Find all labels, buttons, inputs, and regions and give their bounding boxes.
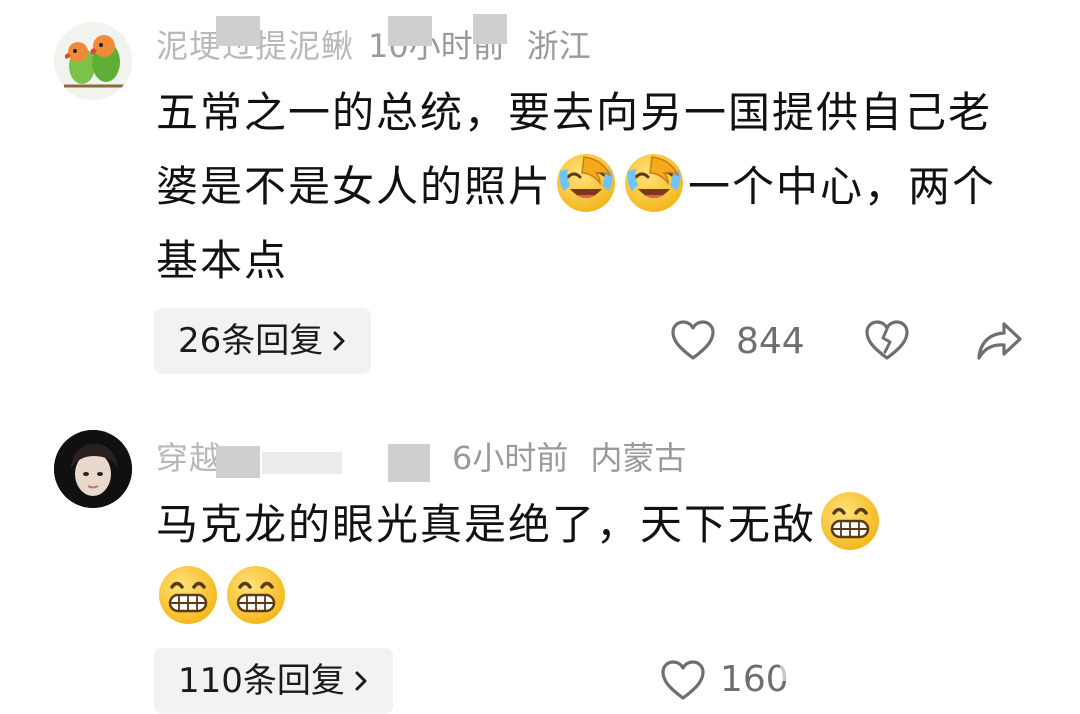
reply-count-label: 110条回复 bbox=[178, 661, 345, 701]
view-replies-button[interactable]: 110条回复 bbox=[154, 648, 393, 714]
parrots-avatar[interactable] bbox=[54, 22, 132, 100]
like-heart-icon[interactable] bbox=[660, 660, 706, 702]
chevron-right-icon bbox=[355, 671, 367, 691]
grin-icon bbox=[156, 563, 220, 627]
comment-meta: 穿越 bbox=[156, 438, 222, 478]
location: 内蒙古 bbox=[590, 439, 687, 477]
redaction-block bbox=[216, 446, 260, 478]
grin-icon bbox=[224, 563, 288, 627]
redaction-block bbox=[388, 16, 432, 46]
facepalm-laugh-icon bbox=[622, 151, 686, 215]
like-count: 160 bbox=[720, 659, 789, 700]
dislike-broken-heart-icon[interactable] bbox=[864, 320, 910, 362]
redaction-block bbox=[388, 444, 430, 482]
grin-icon bbox=[818, 489, 882, 553]
comment-text: 五常之一的总统，要去向另一国提供自己老婆是不是女人的照片 一个中心，两个基本点 bbox=[156, 76, 1016, 298]
redaction-block bbox=[216, 16, 260, 46]
facepalm-laugh-icon bbox=[554, 151, 618, 215]
timestamp: 6小时前 bbox=[452, 439, 569, 477]
reply-count-label: 26条回复 bbox=[178, 321, 324, 361]
like-count: 844 bbox=[736, 321, 805, 362]
view-replies-button[interactable]: 26条回复 bbox=[154, 308, 372, 374]
chevron-right-icon bbox=[333, 331, 345, 351]
comment-meta-time: 6小时前 内蒙古 bbox=[452, 438, 686, 478]
comment-text: 马克龙的眼光真是绝了，天下无敌 bbox=[156, 488, 1016, 636]
comment-item: 穿越 6小时前 内蒙古 马克龙的眼光真是绝了，天下无敌 110条回复 160 bbox=[0, 400, 1080, 714]
bottom-fade-overlay bbox=[780, 630, 1080, 681]
share-arrow-icon[interactable] bbox=[976, 320, 1024, 362]
location: 浙江 bbox=[526, 27, 591, 65]
username[interactable]: 穿越 bbox=[156, 439, 222, 477]
comment-item: 泥埂过提泥鳅 10小时前 浙江 五常之一的总统，要去向另一国提供自己老婆是不是女人的… bbox=[0, 0, 1080, 400]
like-heart-icon[interactable] bbox=[670, 320, 716, 362]
comment-text-part: 马克龙的眼光真是绝了，天下无敌 bbox=[156, 500, 817, 549]
redaction-block bbox=[262, 452, 342, 474]
person-avatar[interactable] bbox=[54, 430, 132, 508]
redaction-block bbox=[473, 14, 507, 44]
